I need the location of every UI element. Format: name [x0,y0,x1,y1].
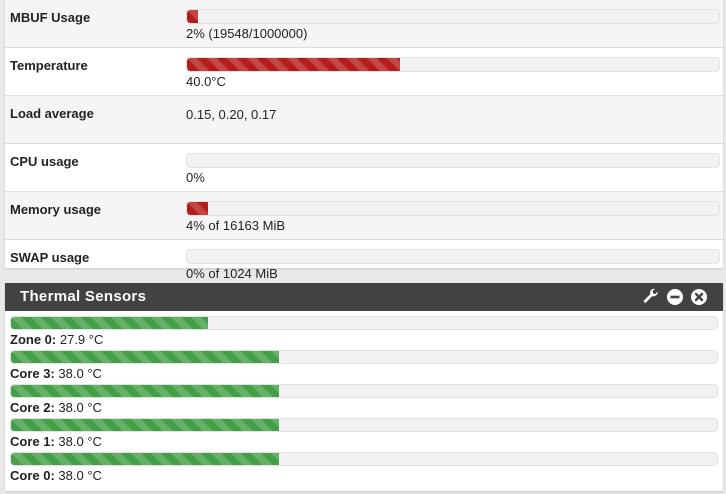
sensor-reading: Core 0: 38.0 °C [10,468,102,483]
load-average-label: Load average [10,106,94,121]
sensor-bar [10,452,718,466]
sensor-name: Zone 0: [10,332,57,347]
mbuf-usage-fill [187,10,198,23]
cpu-usage-value: 0% [186,170,205,185]
mbuf-usage-row: MBUF Usage 2% (19548/1000000) [5,0,723,48]
sensor-name: Core 3: [10,366,55,381]
temperature-row: Temperature 40.0°C [5,48,723,96]
sensor-name: Core 1: [10,434,55,449]
sensor-value: 38.0 °C [58,434,102,449]
mbuf-usage-value: 2% (19548/1000000) [186,26,308,41]
sensor-core-3: Core 3: 38.0 °C [10,350,718,384]
sensor-core-2: Core 2: 38.0 °C [10,384,718,418]
sensor-name: Core 2: [10,400,55,415]
sensor-bar [10,350,718,364]
sensor-fill [11,453,280,465]
thermal-sensors-header: Thermal Sensors [5,283,723,311]
swap-usage-value: 0% of 1024 MiB [186,266,278,281]
load-average-value: 0.15, 0.20, 0.17 [186,107,277,122]
cpu-usage-row: CPU usage 0% [5,144,723,192]
minimize-icon[interactable] [666,288,684,306]
thermal-sensors-panel: Thermal Sensors Zone 0: 27.9 °C Core 3: … [5,283,723,491]
sensor-core-0: Core 0: 38.0 °C [10,452,718,486]
temperature-bar [186,57,720,72]
sensor-core-1: Core 1: 38.0 °C [10,418,718,452]
sensor-value: 38.0 °C [58,366,102,381]
sensor-name: Core 0: [10,468,55,483]
memory-usage-label: Memory usage [10,202,102,217]
memory-usage-bar [186,201,720,216]
swap-usage-bar [186,249,720,264]
wrench-icon[interactable] [642,288,660,306]
sensor-value: 38.0 °C [58,400,102,415]
sensor-zone-0: Zone 0: 27.9 °C [10,316,718,350]
sensor-bar [10,384,718,398]
sensor-value: 27.9 °C [59,332,104,347]
mbuf-usage-bar [186,9,720,24]
panel-controls [642,288,708,306]
swap-usage-row: SWAP usage 0% of 1024 MiB [5,240,723,287]
load-average-row: Load average 0.15, 0.20, 0.17 [5,96,723,144]
sensor-list: Zone 0: 27.9 °C Core 3: 38.0 °C Core 2: … [5,311,723,486]
temperature-fill [187,58,400,71]
cpu-usage-label: CPU usage [10,154,79,169]
sensor-fill [11,317,208,329]
sensor-bar [10,418,718,432]
sensor-fill [11,419,280,431]
swap-usage-label: SWAP usage [10,250,90,265]
sensor-reading: Core 2: 38.0 °C [10,400,102,415]
cpu-usage-bar [186,153,720,168]
sensor-fill [11,385,280,397]
mbuf-usage-label: MBUF Usage [10,10,91,25]
system-information-panel: MBUF Usage 2% (19548/1000000) Temperatur… [5,0,723,281]
sensor-reading: Core 3: 38.0 °C [10,366,102,381]
sensor-reading: Core 1: 38.0 °C [10,434,102,449]
memory-usage-value: 4% of 16163 MiB [186,218,286,233]
sensor-bar [10,316,718,330]
memory-usage-fill [187,202,209,215]
sensor-reading: Zone 0: 27.9 °C [10,332,103,347]
panel-title: Thermal Sensors [20,288,147,305]
temperature-label: Temperature [10,58,88,73]
close-icon[interactable] [690,288,708,306]
temperature-value: 40.0°C [186,74,226,89]
sensor-value: 38.0 °C [58,468,102,483]
memory-usage-row: Memory usage 4% of 16163 MiB [5,192,723,240]
sensor-fill [11,351,280,363]
